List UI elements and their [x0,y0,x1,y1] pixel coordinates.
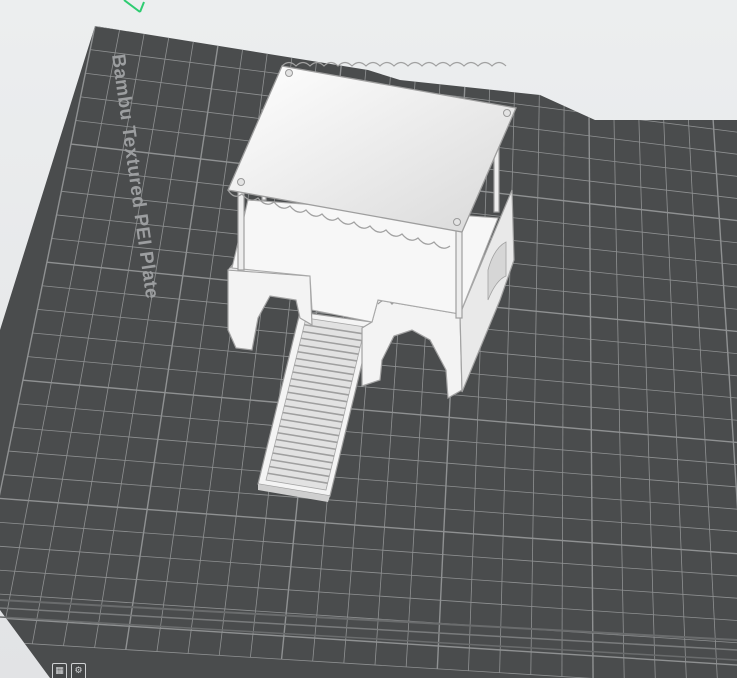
print-plate-scene[interactable]: Bambu Textured PEI Plate [0,0,737,678]
3d-viewport[interactable]: Bambu Textured PEI Plate ▦ ⚙ [0,0,737,678]
viewport-toolbar: ▦ ⚙ [52,658,86,678]
axis-indicator-icon [123,0,145,13]
grid-view-icon[interactable]: ▦ [52,663,67,678]
plate-settings-icon[interactable]: ⚙ [71,663,86,678]
